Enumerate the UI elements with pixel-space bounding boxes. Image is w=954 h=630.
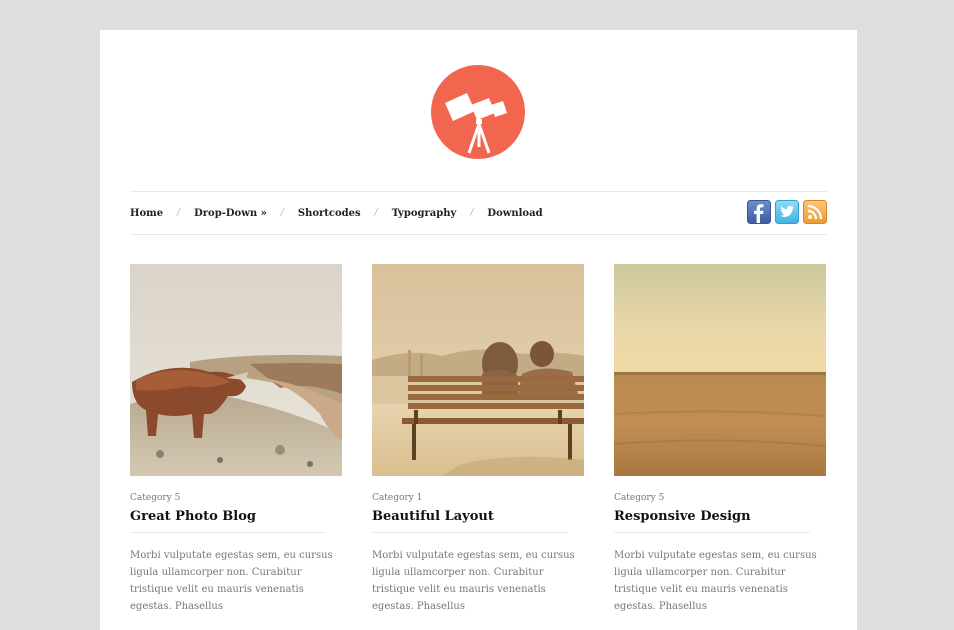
post-card: Category 1 Beautiful Layout Morbi vulput… [372,264,584,615]
page-container: Home / Drop-Down » / Shortcodes / Typogr… [100,30,857,630]
couple-on-bench-photo[interactable] [372,264,584,476]
nav-separator: / [374,208,378,218]
post-title[interactable]: Great Photo Blog [130,509,326,533]
highland-cow-photo[interactable] [130,264,342,476]
nav-separator: / [470,208,474,218]
nav-typography[interactable]: Typography [392,208,457,219]
post-excerpt: Morbi vulputate egestas sem, eu cursus l… [614,550,817,612]
nav-shortcodes[interactable]: Shortcodes [298,208,361,219]
post-category[interactable]: Category 1 [372,493,584,503]
post-category[interactable]: Category 5 [614,493,826,503]
post-card: Category 5 Responsive Design Morbi vulpu… [614,264,826,615]
site-logo[interactable] [431,65,525,159]
facebook-icon[interactable] [747,200,771,224]
nav-separator: / [177,208,181,218]
nav-drop-down[interactable]: Drop-Down » [194,208,267,219]
post-excerpt: Morbi vulputate egestas sem, eu cursus l… [130,550,333,612]
social-links [747,200,827,224]
nav-separator: / [280,208,284,218]
twitter-icon[interactable] [775,200,799,224]
post-title[interactable]: Responsive Design [614,509,810,533]
post-excerpt: Morbi vulputate egestas sem, eu cursus l… [372,550,575,612]
post-title[interactable]: Beautiful Layout [372,509,568,533]
main-navigation: Home / Drop-Down » / Shortcodes / Typogr… [130,191,827,235]
post-card: Category 5 Great Photo Blog Morbi vulput… [130,264,342,615]
nav-home[interactable]: Home [130,208,163,219]
wheat-field-photo[interactable] [614,264,826,476]
post-category[interactable]: Category 5 [130,493,342,503]
rss-icon[interactable] [803,200,827,224]
nav-download[interactable]: Download [487,208,542,219]
